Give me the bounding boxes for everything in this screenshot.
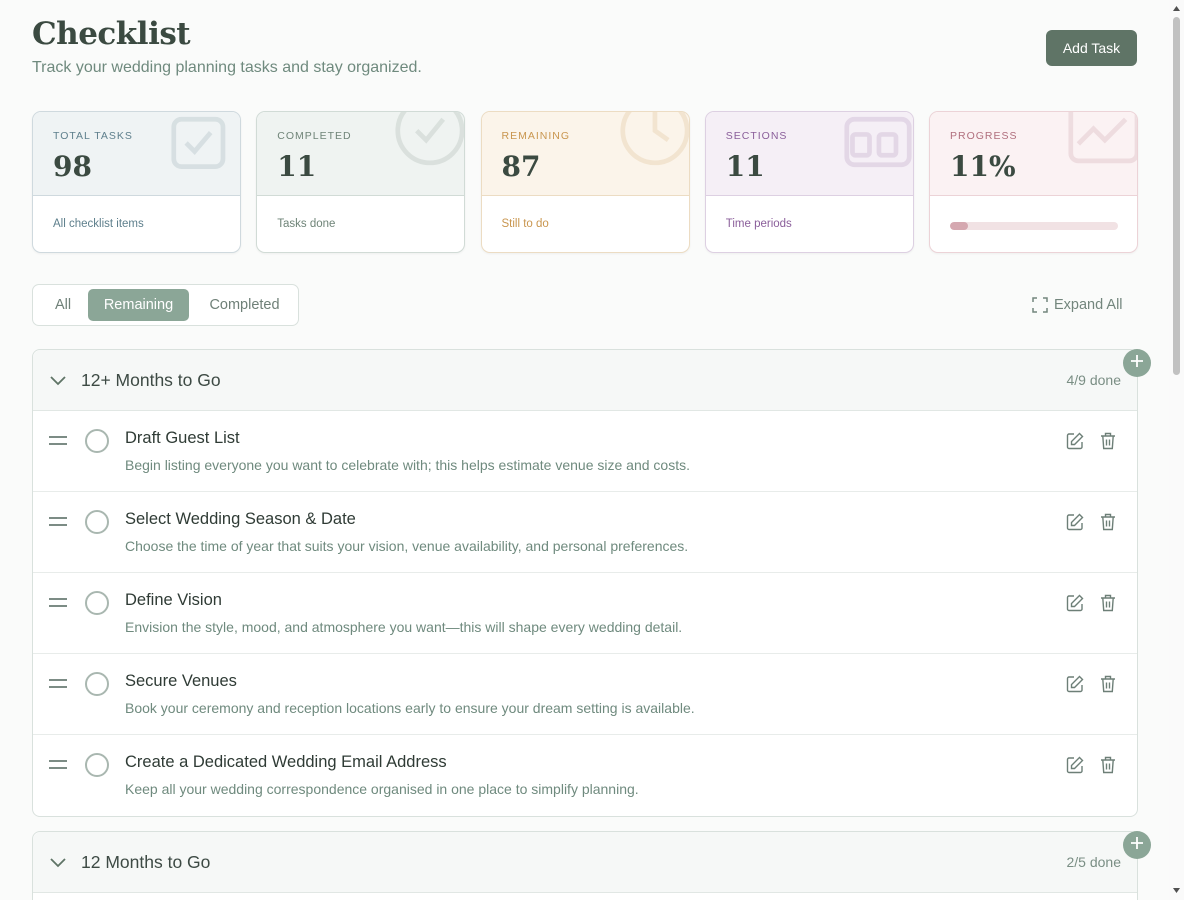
trash-icon[interactable] bbox=[1100, 594, 1116, 617]
stat-value: 11 bbox=[725, 150, 765, 183]
task-checkbox[interactable] bbox=[85, 429, 109, 453]
scroll-down-arrow-icon[interactable] bbox=[1172, 886, 1181, 895]
progress-fill bbox=[950, 222, 969, 230]
stat-note: All checklist items bbox=[53, 218, 144, 230]
expand-icon bbox=[1032, 297, 1048, 313]
trash-icon[interactable] bbox=[1100, 756, 1116, 779]
stat-note: Time periods bbox=[725, 218, 792, 230]
stat-card-completed: COMPLETED 11 Tasks done bbox=[256, 111, 466, 253]
stat-card-total-tasks: TOTAL TASKS 98 All checklist items bbox=[32, 111, 241, 253]
task-description: Keep all your wedding correspondence org… bbox=[125, 781, 639, 797]
filter-tabs: All Remaining Completed bbox=[32, 284, 299, 326]
progress-bar bbox=[950, 222, 1118, 230]
add-task-button[interactable]: Add Task bbox=[1046, 30, 1137, 66]
clock-icon bbox=[619, 112, 689, 172]
task-checkbox[interactable] bbox=[85, 510, 109, 534]
section-title: 12+ Months to Go bbox=[81, 370, 221, 390]
task-row: Draft Guest List Begin listing everyone y… bbox=[33, 411, 1137, 492]
task-description: Begin listing everyone you want to celeb… bbox=[125, 457, 690, 473]
trash-icon[interactable] bbox=[1100, 513, 1116, 536]
task-title: Draft Guest List bbox=[125, 429, 240, 447]
section-header[interactable]: 12 Months to Go 2/5 done bbox=[33, 831, 1151, 893]
stat-label: SECTIONS bbox=[725, 130, 788, 142]
task-row: Create a Dedicated Wedding Email Address… bbox=[33, 735, 1137, 816]
check-circle-icon bbox=[394, 112, 465, 172]
stat-value: 87 bbox=[501, 150, 541, 183]
task-row: Select Wedding Season & Date Choose the t… bbox=[33, 492, 1137, 573]
trash-icon[interactable] bbox=[1100, 675, 1116, 698]
edit-icon[interactable] bbox=[1066, 756, 1084, 779]
filter-all[interactable]: All bbox=[37, 289, 89, 321]
filter-completed[interactable]: Completed bbox=[193, 289, 296, 321]
plus-icon bbox=[1130, 836, 1144, 855]
stat-value: 11 bbox=[277, 150, 317, 183]
task-checkbox[interactable] bbox=[85, 753, 109, 777]
stat-card-sections: SECTIONS 11 Time periods bbox=[704, 111, 914, 253]
page-subtitle: Track your wedding planning tasks and st… bbox=[32, 59, 422, 76]
task-description: Choose the time of year that suits your … bbox=[125, 538, 689, 554]
chevron-down-icon[interactable] bbox=[49, 855, 67, 873]
stat-card-remaining: REMAINING 87 Still to do bbox=[480, 111, 690, 253]
checklist-section: 12 Months to Go 2/5 done bbox=[32, 831, 1151, 900]
task-title: Create a Dedicated Wedding Email Address bbox=[125, 753, 447, 771]
calendar-icon bbox=[843, 112, 913, 172]
checkbox-icon bbox=[170, 112, 240, 172]
chevron-down-icon[interactable] bbox=[49, 373, 67, 391]
task-title: Secure Venues bbox=[125, 672, 237, 690]
scroll-thumb[interactable] bbox=[1173, 17, 1180, 375]
drag-handle-icon[interactable] bbox=[49, 515, 67, 533]
section-header[interactable]: 12+ Months to Go 4/9 done bbox=[33, 349, 1151, 411]
add-section-task-button[interactable] bbox=[1123, 831, 1151, 859]
stat-label: COMPLETED bbox=[277, 130, 352, 142]
edit-icon[interactable] bbox=[1066, 675, 1084, 698]
task-checkbox[interactable] bbox=[85, 591, 109, 615]
page-title: Checklist bbox=[32, 16, 191, 52]
task-row: Secure Venues Book your ceremony and rece… bbox=[33, 654, 1137, 735]
add-section-task-button[interactable] bbox=[1123, 349, 1151, 377]
task-title: Select Wedding Season & Date bbox=[125, 510, 356, 528]
drag-handle-icon[interactable] bbox=[49, 758, 67, 776]
drag-handle-icon[interactable] bbox=[49, 677, 67, 695]
filter-remaining[interactable]: Remaining bbox=[88, 289, 189, 321]
section-title: 12 Months to Go bbox=[81, 852, 211, 872]
stat-card-progress: PROGRESS 11% bbox=[929, 111, 1138, 253]
checklist-section: 12+ Months to Go 4/9 done Draft Guest Lis… bbox=[32, 349, 1151, 817]
expand-all-button[interactable]: Expand All bbox=[1032, 294, 1123, 316]
stat-value: 98 bbox=[53, 150, 92, 183]
task-description: Envision the style, mood, and atmosphere… bbox=[125, 619, 683, 635]
stat-label: TOTAL TASKS bbox=[53, 130, 133, 142]
stat-value: 11% bbox=[950, 150, 1016, 183]
stat-label: PROGRESS bbox=[950, 130, 1018, 142]
edit-icon[interactable] bbox=[1066, 594, 1084, 617]
section-progress-count: 4/9 done bbox=[1066, 372, 1122, 388]
stat-note: Still to do bbox=[501, 218, 549, 230]
task-row: Define Vision Envision the style, mood, a… bbox=[33, 573, 1137, 654]
task-title: Define Vision bbox=[125, 591, 222, 609]
stat-note: Tasks done bbox=[277, 218, 336, 230]
task-checkbox[interactable] bbox=[85, 672, 109, 696]
edit-icon[interactable] bbox=[1066, 513, 1084, 536]
edit-icon[interactable] bbox=[1066, 432, 1084, 455]
stat-label: REMAINING bbox=[501, 130, 571, 142]
drag-handle-icon[interactable] bbox=[49, 596, 67, 614]
expand-all-label: Expand All bbox=[1054, 297, 1123, 313]
plus-icon bbox=[1130, 354, 1144, 373]
drag-handle-icon[interactable] bbox=[49, 434, 67, 452]
trash-icon[interactable] bbox=[1100, 432, 1116, 455]
trend-icon bbox=[1067, 112, 1137, 172]
section-progress-count: 2/5 done bbox=[1066, 854, 1122, 870]
scroll-up-arrow-icon[interactable] bbox=[1172, 4, 1181, 13]
task-description: Book your ceremony and reception locatio… bbox=[125, 700, 695, 716]
scrollbar[interactable] bbox=[1169, 0, 1184, 900]
stats-row: TOTAL TASKS 98 All checklist items COMPLETE… bbox=[32, 111, 1138, 253]
